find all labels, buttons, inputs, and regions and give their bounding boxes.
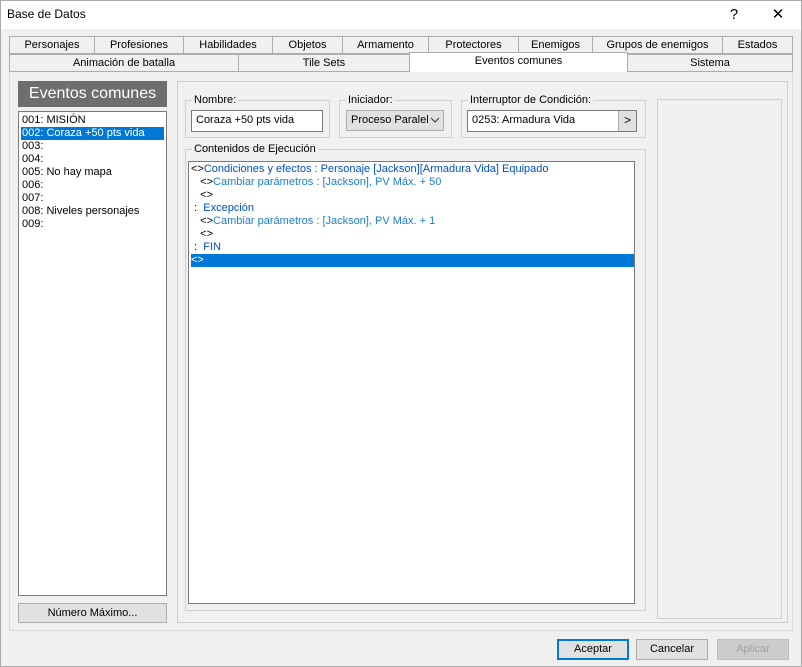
command-text: Cambiar parámetros : [Jackson], PV Máx. … xyxy=(213,176,442,188)
tab-personajes[interactable]: Personajes xyxy=(9,36,95,54)
command-prefix: <> xyxy=(191,215,214,227)
help-icon[interactable]: ? xyxy=(711,1,757,29)
command-prefix: <> xyxy=(191,176,214,188)
switch-field[interactable]: 0253: Armadura Vida > xyxy=(467,110,637,132)
chevron-down-icon xyxy=(430,111,440,136)
switch-select-button[interactable]: > xyxy=(618,111,636,131)
tab-eventos-comunes[interactable]: Eventos comunes xyxy=(409,52,628,72)
tab-profesiones[interactable]: Profesiones xyxy=(94,36,184,54)
database-window: Base de Datos ? ✕ Personajes Profesiones… xyxy=(0,0,802,667)
tab-strip: Personajes Profesiones Habilidades Objet… xyxy=(9,36,793,74)
tab-habilidades[interactable]: Habilidades xyxy=(183,36,273,54)
command-line[interactable]: <> xyxy=(191,189,213,202)
title-bar: Base de Datos ? ✕ xyxy=(1,1,801,29)
preview-box xyxy=(657,99,782,619)
command-line[interactable]: : Excepción xyxy=(191,202,254,215)
events-header: Eventos comunes xyxy=(18,81,167,107)
command-prefix: <> xyxy=(191,254,204,266)
apply-button[interactable]: Aplicar xyxy=(717,639,789,660)
command-line[interactable]: <>Cambiar parámetros : [Jackson], PV Máx… xyxy=(191,176,441,189)
list-item[interactable]: 002: Coraza +50 pts vida xyxy=(21,127,164,140)
trigger-select[interactable]: Proceso Paralel xyxy=(346,110,444,131)
name-label: Nombre: xyxy=(192,94,239,107)
contents-label: Contenidos de Ejecución xyxy=(192,143,318,156)
command-line[interactable]: <>Condiciones y efectos : Personaje [Jac… xyxy=(191,163,549,176)
command-prefix: : xyxy=(191,202,204,214)
command-text: Cambiar parámetros : [Jackson], PV Máx. … xyxy=(213,215,436,227)
accept-button[interactable]: Aceptar xyxy=(557,639,629,660)
close-icon[interactable]: ✕ xyxy=(755,1,801,29)
command-line[interactable]: <>Cambiar parámetros : [Jackson], PV Máx… xyxy=(191,215,435,228)
list-item[interactable]: 001: MISIÓN xyxy=(21,114,164,127)
switch-value: 0253: Armadura Vida xyxy=(472,114,576,126)
trigger-value: Proceso Paralel xyxy=(351,114,429,126)
command-text: Excepción xyxy=(203,202,254,214)
tab-estados[interactable]: Estados xyxy=(722,36,793,54)
switch-label: Interruptor de Condición: xyxy=(468,94,594,107)
command-text: Condiciones y efectos : Personaje [Jacks… xyxy=(203,163,549,175)
command-text: FIN xyxy=(203,241,221,253)
tab-tile-sets[interactable]: Tile Sets xyxy=(238,54,410,72)
list-item[interactable]: 006: xyxy=(21,179,164,192)
command-prefix: <> xyxy=(191,189,214,201)
list-item[interactable]: 004: xyxy=(21,153,164,166)
name-input[interactable]: Coraza +50 pts vida xyxy=(191,110,323,132)
trigger-label: Iniciador: xyxy=(346,94,395,107)
command-line[interactable]: <> xyxy=(191,228,213,241)
tab-objetos[interactable]: Objetos xyxy=(272,36,343,54)
command-prefix: <> xyxy=(191,228,214,240)
tab-sistema[interactable]: Sistema xyxy=(627,54,793,72)
tab-animacion-de-batalla[interactable]: Animación de batalla xyxy=(9,54,239,72)
command-prefix: <> xyxy=(191,163,204,175)
window-title: Base de Datos xyxy=(7,7,86,21)
list-item[interactable]: 007: xyxy=(21,192,164,205)
command-line-selected[interactable]: <> xyxy=(191,254,634,267)
list-item[interactable]: 005: No hay mapa xyxy=(21,166,164,179)
list-item[interactable]: 003: xyxy=(21,140,164,153)
command-list[interactable]: <>Condiciones y efectos : Personaje [Jac… xyxy=(188,161,635,604)
list-item[interactable]: 008: Niveles personajes xyxy=(21,205,164,218)
command-prefix: : xyxy=(191,241,204,253)
cancel-button[interactable]: Cancelar xyxy=(636,639,708,660)
list-item[interactable]: 009: xyxy=(21,218,164,231)
command-line[interactable]: : FIN xyxy=(191,241,221,254)
max-number-button[interactable]: Número Máximo... xyxy=(18,603,167,623)
event-list[interactable]: 001: MISIÓN 002: Coraza +50 pts vida 003… xyxy=(18,111,167,596)
